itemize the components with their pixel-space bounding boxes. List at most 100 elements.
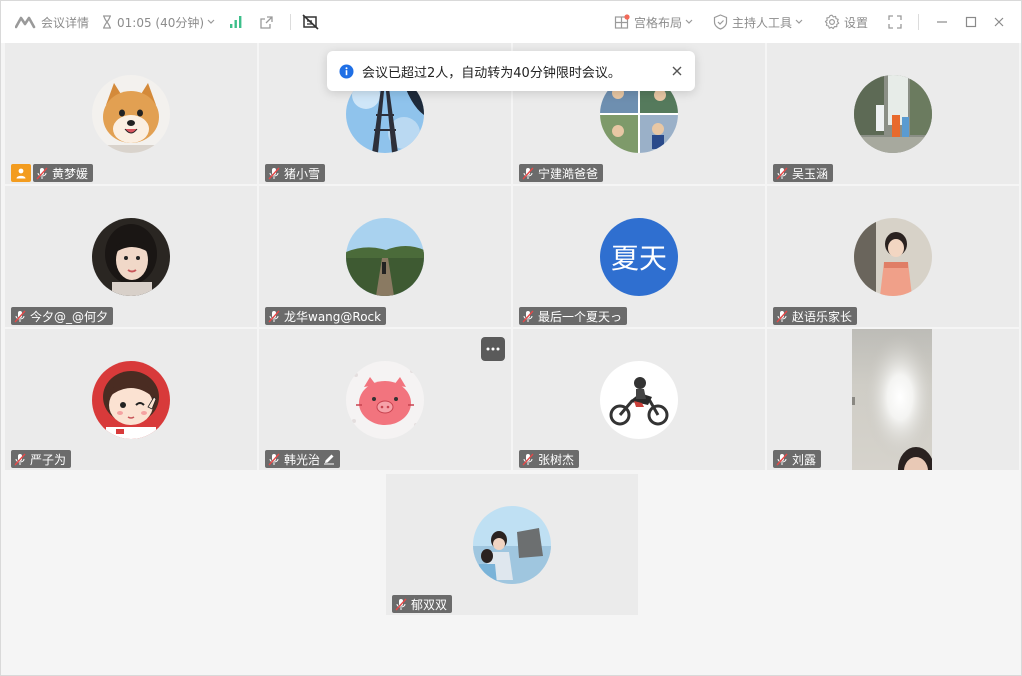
participant-avatar: [346, 360, 424, 439]
participant-namebar: 郁双双: [392, 595, 453, 613]
participant-name: 吴玉涵: [792, 166, 829, 181]
participant-namebar: 今夕@_@何夕: [11, 307, 114, 325]
hourglass-icon: [103, 15, 111, 29]
participant-tile[interactable]: 严子为: [5, 329, 257, 470]
participant-avatar: [92, 360, 170, 439]
participant-avatar: [473, 505, 551, 584]
participant-tile[interactable]: 黄梦媛: [5, 43, 257, 184]
meeting-details-button[interactable]: 会议详情: [15, 1, 89, 43]
participant-tile[interactable]: 张树杰: [513, 329, 765, 470]
participant-name-chip: 猪小雪: [265, 164, 326, 182]
participant-tile[interactable]: 夏天 最后一个夏天っ: [513, 186, 765, 327]
participant-name-chip: 刘露: [773, 450, 822, 468]
participant-name: 严子为: [30, 452, 67, 467]
external-share-icon: [260, 15, 273, 29]
child-photo-icon: [854, 217, 932, 296]
host-tools-button[interactable]: 主持人工具: [713, 1, 803, 43]
participant-namebar: 严子为: [11, 450, 72, 468]
participant-name-chip: 龙华wang@Rock: [265, 307, 387, 325]
participant-tile[interactable]: 吴玉涵: [767, 43, 1019, 184]
maximize-button[interactable]: [965, 1, 977, 43]
participant-tile[interactable]: 韩光治: [259, 329, 511, 470]
participant-namebar: 张树杰: [519, 450, 580, 468]
participant-name-chip: 郁双双: [392, 595, 453, 613]
participant-namebar: 猪小雪: [265, 164, 326, 182]
network-signal-button[interactable]: [229, 1, 243, 43]
participant-name-chip: 吴玉涵: [773, 164, 834, 182]
settings-label: 设置: [844, 15, 869, 30]
gear-icon: [824, 14, 840, 30]
share-button[interactable]: [259, 1, 274, 43]
mic-muted-icon: [268, 310, 280, 322]
settings-button[interactable]: 设置: [824, 1, 868, 43]
ellipsis-icon: [486, 347, 500, 351]
record-button[interactable]: [302, 1, 320, 43]
participant-avatar: [600, 360, 678, 439]
participant-name-chip: 赵语乐家长: [773, 307, 858, 325]
close-window-button[interactable]: [993, 1, 1005, 43]
fullscreen-icon: [888, 15, 902, 29]
app-logo-icon: [15, 16, 36, 29]
info-icon: [339, 64, 354, 78]
participant-name-chip: 今夕@_@何夕: [11, 307, 114, 325]
participant-avatar: [92, 74, 170, 153]
camera-video-feed: [852, 329, 934, 470]
motorcycle-icon: [600, 360, 678, 439]
participant-name: 赵语乐家长: [792, 309, 853, 324]
mic-muted-icon: [14, 310, 26, 322]
chevron-down-icon: [795, 19, 803, 24]
more-options-button[interactable]: [481, 337, 505, 361]
participant-namebar: 宁建澔爸爸: [519, 164, 604, 182]
participant-name: 今夕@_@何夕: [30, 309, 109, 324]
participant-namebar: 刘露: [773, 450, 822, 468]
participant-avatar: [854, 217, 932, 296]
participant-avatar: [854, 74, 932, 153]
minimize-button[interactable]: [936, 1, 948, 43]
participant-namebar: 赵语乐家长: [773, 307, 858, 325]
participant-tile[interactable]: 赵语乐家长: [767, 186, 1019, 327]
avatar-text: 夏天: [610, 241, 667, 275]
participant-name: 宁建澔爸爸: [538, 166, 599, 181]
user-icon: [16, 168, 26, 178]
host-badge: [11, 164, 31, 182]
participant-name: 韩光治: [284, 452, 321, 467]
participant-name: 黄梦媛: [52, 166, 89, 181]
shield-icon: [713, 14, 728, 30]
participant-name-chip: 张树杰: [519, 450, 580, 468]
participant-namebar: 韩光治: [265, 450, 341, 468]
signal-bars-icon: [230, 16, 242, 28]
forest-bridge-icon: [346, 217, 424, 296]
participant-tile[interactable]: 龙华wang@Rock: [259, 186, 511, 327]
toolbar-divider: [290, 14, 291, 30]
meeting-details-label: 会议详情: [41, 15, 90, 30]
girl-portrait-icon: [92, 217, 170, 296]
participant-tile[interactable]: 今夕@_@何夕: [5, 186, 257, 327]
participant-tile[interactable]: 郁双双: [386, 474, 638, 615]
mic-muted-icon: [14, 453, 26, 465]
participant-name: 龙华wang@Rock: [284, 309, 382, 324]
mic-muted-icon: [776, 310, 788, 322]
timer-text: 01:05 (40分钟): [117, 15, 205, 30]
participant-avatar: [92, 217, 170, 296]
participant-name-chip: 宁建澔爸爸: [519, 164, 604, 182]
participant-avatar: [346, 217, 424, 296]
mic-muted-icon: [522, 167, 534, 179]
notification-toast: 会议已超过2人，自动转为40分钟限时会议。: [327, 51, 695, 91]
meeting-timer[interactable]: 01:05 (40分钟): [101, 1, 215, 43]
participant-name: 张树杰: [538, 452, 575, 467]
participant-tile[interactable]: 刘露: [767, 329, 1019, 470]
fullscreen-button[interactable]: [887, 1, 903, 43]
participant-namebar: 黄梦媛: [11, 164, 94, 182]
shiba-dog-icon: [92, 74, 170, 153]
mic-muted-icon: [522, 453, 534, 465]
toast-message: 会议已超过2人，自动转为40分钟限时会议。: [362, 65, 621, 81]
close-icon[interactable]: [671, 65, 683, 77]
participant-namebar: 龙华wang@Rock: [265, 307, 387, 325]
participant-name: 刘露: [792, 452, 817, 467]
grid-layout-button[interactable]: 宫格布局: [614, 1, 693, 43]
seaside-girls-icon: [473, 505, 551, 584]
host-tools-label: 主持人工具: [732, 15, 793, 30]
meeting-window: 会议详情 01:05 (40分钟) 宫格布局 主持人工具 设置 黄梦媛 猪小雪 …: [0, 0, 1022, 676]
title-bar: 会议详情 01:05 (40分钟) 宫格布局 主持人工具 设置: [1, 1, 1021, 43]
mic-muted-icon: [522, 310, 534, 322]
